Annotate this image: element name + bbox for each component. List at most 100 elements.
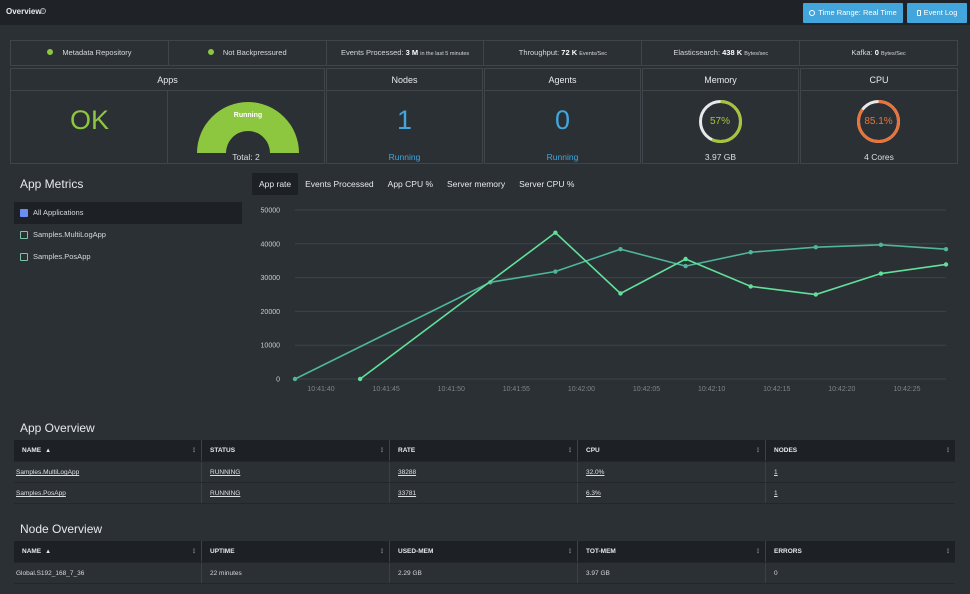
series-line-1	[294, 244, 947, 380]
data-point	[618, 247, 623, 252]
apps-tile-header: Apps	[11, 69, 324, 91]
apps-tile[interactable]: Apps OK Running Total: 2	[10, 68, 325, 164]
table-cell[interactable]: 38288	[390, 462, 578, 482]
column-resize-icon[interactable]: ⋮	[755, 440, 761, 461]
nodes-tile[interactable]: Nodes 1 Running	[326, 68, 483, 164]
table-cell[interactable]: 33781	[390, 483, 578, 503]
agents-running-link[interactable]: Running	[485, 152, 640, 162]
app-list-item-posapp[interactable]: Samples.PosApp	[14, 246, 242, 268]
column-header-errors[interactable]: ERRORS ⋮	[766, 541, 955, 562]
app-overview-table: NAME ▲ ⋮ STATUS ⋮ RATE ⋮ CPU ⋮ NODES ⋮ Samples.Mult…	[14, 440, 955, 504]
tab-server-memory[interactable]: Server memory	[440, 173, 512, 195]
table-header-row: NAME ▲ ⋮ UPTIME ⋮ USED-MEM ⋮ TOT-MEM ⋮ ERRORS ⋮	[14, 541, 955, 563]
agents-tile[interactable]: Agents 0 Running	[484, 68, 641, 164]
table-row[interactable]: Samples.PosApp RUNNING 33781 6.3% 1	[14, 483, 955, 504]
column-header-status[interactable]: STATUS ⋮	[202, 440, 390, 461]
table-cell: 22 minutes	[202, 563, 390, 583]
check-icon	[207, 49, 214, 55]
memory-tile-header: Memory	[643, 69, 798, 91]
node-overview-title: Node Overview	[20, 522, 103, 536]
top-bar: Overview i Time Range: Real Time Event L…	[0, 0, 970, 25]
info-icon[interactable]: i	[40, 8, 46, 14]
tab-server-cpu[interactable]: Server CPU %	[512, 173, 581, 195]
y-tick-label: 0	[276, 377, 280, 384]
all-apps-icon	[20, 209, 28, 217]
table-cell[interactable]: 6.3%	[578, 483, 766, 503]
data-point	[943, 262, 949, 267]
kafka-stat: Kafka: 0 Bytes/Sec	[851, 48, 906, 57]
column-header-tot-mem[interactable]: TOT-MEM ⋮	[578, 541, 766, 562]
page-title: Overview	[6, 7, 42, 16]
gauge-arc	[197, 102, 299, 153]
check-icon	[47, 49, 54, 55]
app-icon	[20, 231, 28, 239]
events-processed-stat: Events Processed: 3 M in the last 5 minu…	[327, 41, 485, 65]
tab-events-processed[interactable]: Events Processed	[298, 173, 381, 195]
column-resize-icon[interactable]: ⋮	[945, 440, 951, 461]
y-tick-label: 40000	[261, 241, 281, 248]
column-resize-icon[interactable]: ⋮	[945, 541, 951, 562]
table-cell[interactable]: RUNNING	[202, 483, 390, 503]
x-tick-label: 10:41:50	[438, 386, 465, 393]
column-resize-icon[interactable]: ⋮	[191, 541, 197, 562]
column-header-nodes[interactable]: NODES ⋮	[766, 440, 955, 461]
tab-app-cpu[interactable]: App CPU %	[381, 173, 440, 195]
column-header-used-mem[interactable]: USED-MEM ⋮	[390, 541, 578, 562]
table-cell[interactable]: 1	[766, 483, 955, 503]
y-tick-label: 30000	[261, 275, 281, 282]
event-log-button[interactable]: Event Log	[907, 3, 967, 23]
metadata-status: Metadata Repository	[11, 41, 169, 65]
y-tick-label: 10000	[261, 343, 281, 350]
column-header-name[interactable]: NAME ▲ ⋮	[14, 440, 202, 461]
table-row[interactable]: Samples.MultiLogApp RUNNING 38288 32.0% 1	[14, 462, 955, 483]
nodes-running-link[interactable]: Running	[327, 152, 482, 162]
apps-status: OK	[69, 105, 109, 135]
document-icon	[916, 10, 921, 16]
x-tick-label: 10:42:05	[633, 386, 660, 393]
column-header-rate[interactable]: RATE ⋮	[390, 440, 578, 461]
column-resize-icon[interactable]: ⋮	[755, 541, 761, 562]
column-resize-icon[interactable]: ⋮	[567, 440, 573, 461]
tab-app-rate[interactable]: App rate	[252, 173, 299, 195]
app-list: All Applications Samples.MultiLogApp Sam…	[14, 202, 242, 268]
time-range-button[interactable]: Time Range: Real Time	[803, 3, 903, 23]
column-resize-icon[interactable]: ⋮	[379, 541, 385, 562]
data-point	[878, 271, 884, 276]
nodes-count: 1	[396, 105, 413, 135]
x-tick-label: 10:42:25	[893, 386, 920, 393]
memory-tile[interactable]: Memory 57% 3.97 GB	[642, 68, 799, 164]
app-list-item-multilogapp[interactable]: Samples.MultiLogApp	[14, 224, 242, 246]
x-tick-label: 10:41:55	[503, 386, 530, 393]
column-resize-icon[interactable]: ⋮	[379, 440, 385, 461]
data-point	[748, 250, 753, 255]
sort-icon[interactable]: ▲	[45, 549, 51, 555]
app-list-item-all[interactable]: All Applications	[14, 202, 242, 224]
column-header-name[interactable]: NAME ▲ ⋮	[14, 541, 202, 562]
data-point	[813, 244, 818, 250]
apps-running-gauge: Running	[197, 102, 299, 153]
column-resize-icon[interactable]: ⋮	[567, 541, 573, 562]
table-cell[interactable]: RUNNING	[202, 462, 390, 482]
y-tick-label: 50000	[261, 208, 281, 215]
table-cell: 0	[774, 570, 778, 577]
column-header-uptime[interactable]: UPTIME ⋮	[202, 541, 390, 562]
data-point	[943, 247, 949, 252]
table-cell[interactable]: Samples.MultiLogApp	[14, 462, 202, 482]
series-line-2	[359, 231, 947, 380]
backpressure-status: Not Backpressured	[169, 41, 327, 65]
memory-percent: 57%	[709, 116, 730, 127]
x-tick-label: 10:41:45	[373, 386, 400, 393]
table-cell[interactable]: 1	[766, 462, 955, 482]
column-resize-icon[interactable]: ⋮	[191, 440, 197, 461]
table-cell: 3.97 GB	[578, 563, 766, 583]
table-cell[interactable]: Samples.PosApp	[14, 483, 202, 503]
sort-icon[interactable]: ▲	[45, 448, 51, 454]
table-cell[interactable]: 32.0%	[578, 462, 766, 482]
cpu-tile[interactable]: CPU 85.1% 4 Cores	[800, 68, 958, 164]
metric-tabs: App rate Events Processed App CPU % Serv…	[252, 173, 581, 195]
app-icon	[20, 253, 28, 261]
y-tick-label: 20000	[261, 309, 281, 316]
table-row[interactable]: Global.S192_168_7_36 22 minutes 2.29 GB 3.9…	[14, 563, 955, 584]
app-overview-title: App Overview	[20, 421, 95, 435]
column-header-cpu[interactable]: CPU ⋮	[578, 440, 766, 461]
